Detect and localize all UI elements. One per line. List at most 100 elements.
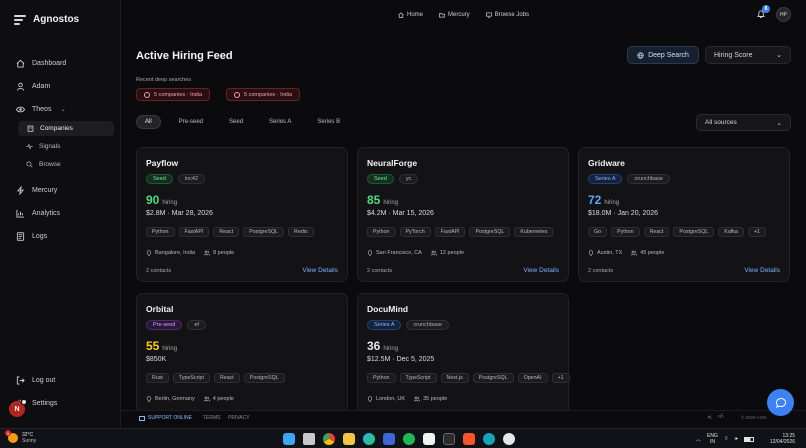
edge-icon[interactable] <box>363 433 375 445</box>
brand[interactable]: Agnostos <box>14 14 79 25</box>
tech-tag: PostgreSQL <box>243 227 285 237</box>
sidebar-item-label: Adam <box>32 82 51 90</box>
logout-button[interactable]: Log out <box>10 372 114 388</box>
company-location: London, UK <box>376 396 406 402</box>
location-icon <box>588 250 594 256</box>
terminal-icon[interactable] <box>443 433 455 445</box>
tech-tag: PostgreSQL <box>673 227 715 237</box>
share-icon[interactable]: ⋖ <box>707 414 712 421</box>
user-avatar-top[interactable]: HP <box>776 7 791 22</box>
spotify-icon[interactable] <box>403 433 415 445</box>
tech-tag: PostgreSQL <box>472 373 514 383</box>
sidebar-item-label: Dashboard <box>32 59 67 67</box>
tech-tag: React <box>643 227 670 237</box>
sidebar-item-label: Analytics <box>32 209 61 217</box>
app-icon[interactable] <box>503 433 515 445</box>
sidebar-item-companies[interactable]: Companies <box>18 121 114 136</box>
support-link[interactable]: SUPPORT ONLINE <box>139 415 192 421</box>
notion-icon[interactable] <box>423 433 435 445</box>
settings-label: Settings <box>32 399 58 407</box>
weather-widget[interactable]: 1 32°C Sunny <box>5 430 36 444</box>
chevron-up-icon[interactable]: ︿ <box>696 436 701 443</box>
tech-tag: Redis <box>288 227 314 237</box>
file-explorer-icon[interactable] <box>343 433 355 445</box>
terms-link[interactable]: TERMS <box>203 415 221 421</box>
chat-button[interactable] <box>767 389 794 416</box>
company-card[interactable]: DocuMind Series A crunchbase 36 hiring $1… <box>357 293 570 410</box>
hiring-label: hiring <box>383 346 399 352</box>
code-icon[interactable]: ‹/› <box>718 414 724 421</box>
sort-select-value: Hiring Score <box>714 51 753 59</box>
user-avatar[interactable]: N <box>9 399 27 417</box>
view-details-link[interactable]: View Details <box>523 267 559 274</box>
tech-tag: PyTorch <box>399 227 431 237</box>
app-icon[interactable] <box>483 433 495 445</box>
system-clock[interactable]: 13:25 12/04/2026 <box>770 433 795 445</box>
windows-start-icon[interactable] <box>283 433 295 445</box>
topnav-mercury[interactable]: Mercury <box>433 7 476 23</box>
weather-badge: 1 <box>5 430 11 436</box>
tech-tag: FastAPI <box>178 227 210 237</box>
sidebar-item-analytics[interactable]: Analytics <box>10 205 114 221</box>
filter-series-a[interactable]: Series A <box>261 115 299 129</box>
brave-icon[interactable] <box>463 433 475 445</box>
sort-select[interactable]: Hiring Score ⌄ <box>705 46 791 64</box>
hiring-score: 85 <box>367 193 381 207</box>
deep-search-button[interactable]: Deep Search <box>627 46 699 64</box>
hiring-label: hiring <box>383 200 399 206</box>
tech-tag: Kubernetes <box>514 227 554 237</box>
hiring-score: 72 <box>588 193 602 207</box>
source-select[interactable]: All sources ⌄ <box>696 114 791 131</box>
recent-search-label: 5 companies · India <box>154 91 202 98</box>
tech-tag: TypeScript <box>399 373 437 383</box>
sidebar-item-theos[interactable]: Theos ⌄ <box>10 101 114 117</box>
tech-tag: Kafka <box>718 227 744 237</box>
topnav-home[interactable]: Home <box>392 7 429 23</box>
company-card[interactable]: Orbital Pre-seed ef 55 hiring $850K Rust … <box>136 293 348 410</box>
hiring-score: 90 <box>146 193 160 207</box>
sidebar-item-browse[interactable]: Browse <box>10 157 114 172</box>
company-card[interactable]: NeuralForge Seed yc 85 hiring $4.2M · Mar… <box>357 147 569 282</box>
company-card[interactable]: Payflow Seed inc42 90 hiring $2.8M · Mar … <box>136 147 348 282</box>
clock-date: 12/04/2026 <box>770 439 796 445</box>
notification-badge: 8 <box>762 5 770 13</box>
task-view-icon[interactable] <box>303 433 315 445</box>
topnav-browse-jobs[interactable]: Browse Jobs <box>480 7 535 23</box>
filter-seed[interactable]: Seed <box>221 115 251 129</box>
filter-all[interactable]: All <box>136 115 161 129</box>
privacy-link[interactable]: PRIVACY <box>228 415 250 421</box>
sidebar-item-adam[interactable]: Adam <box>10 78 114 94</box>
page-footer: SUPPORT ONLINE TERMS PRIVACY ⋖ ‹/› © 202… <box>121 410 806 426</box>
language-indicator[interactable]: ENG IN <box>707 433 718 445</box>
wifi-icon[interactable]: ⌔ <box>724 436 729 442</box>
recent-search-chip[interactable]: 5 companies · India <box>226 88 300 101</box>
folder-icon <box>439 13 445 18</box>
sidebar-item-mercury[interactable]: Mercury <box>10 182 114 198</box>
view-details-link[interactable]: View Details <box>302 267 338 274</box>
hiring-label: hiring <box>162 346 178 352</box>
tech-tag: Python <box>146 227 175 237</box>
tech-tag: OpenAI <box>517 373 548 383</box>
people-icon <box>414 396 421 402</box>
sidebar-item-signals[interactable]: Signals <box>10 139 114 154</box>
company-card[interactable]: Gridware Series A crunchbase 72 hiring $1… <box>578 147 790 282</box>
tech-tag: Python <box>367 373 396 383</box>
chrome-icon[interactable] <box>323 433 335 445</box>
sidebar-item-dashboard[interactable]: Dashboard <box>10 55 114 71</box>
filter-pre-seed[interactable]: Pre-seed <box>171 115 211 129</box>
stage-badge: Series A <box>588 174 623 184</box>
people-icon <box>203 396 210 402</box>
volume-icon[interactable]: 🕪 <box>735 436 738 442</box>
view-details-link[interactable]: View Details <box>744 267 780 274</box>
copyright: © 2026 AGN <box>741 415 767 420</box>
chart-icon <box>16 209 25 218</box>
sidebar-item-label: Browse <box>39 161 61 168</box>
chat-app-icon[interactable] <box>383 433 395 445</box>
funding-info: $18.0M · Jan 20, 2026 <box>588 210 659 217</box>
battery-icon[interactable] <box>743 436 754 442</box>
filter-series-b[interactable]: Series B <box>309 115 348 129</box>
source-badge: crunchbase <box>627 174 670 184</box>
recent-search-chip[interactable]: 5 companies · India <box>136 88 210 101</box>
lang-region: IN <box>709 439 715 445</box>
sidebar-item-logs[interactable]: Logs <box>10 228 114 244</box>
